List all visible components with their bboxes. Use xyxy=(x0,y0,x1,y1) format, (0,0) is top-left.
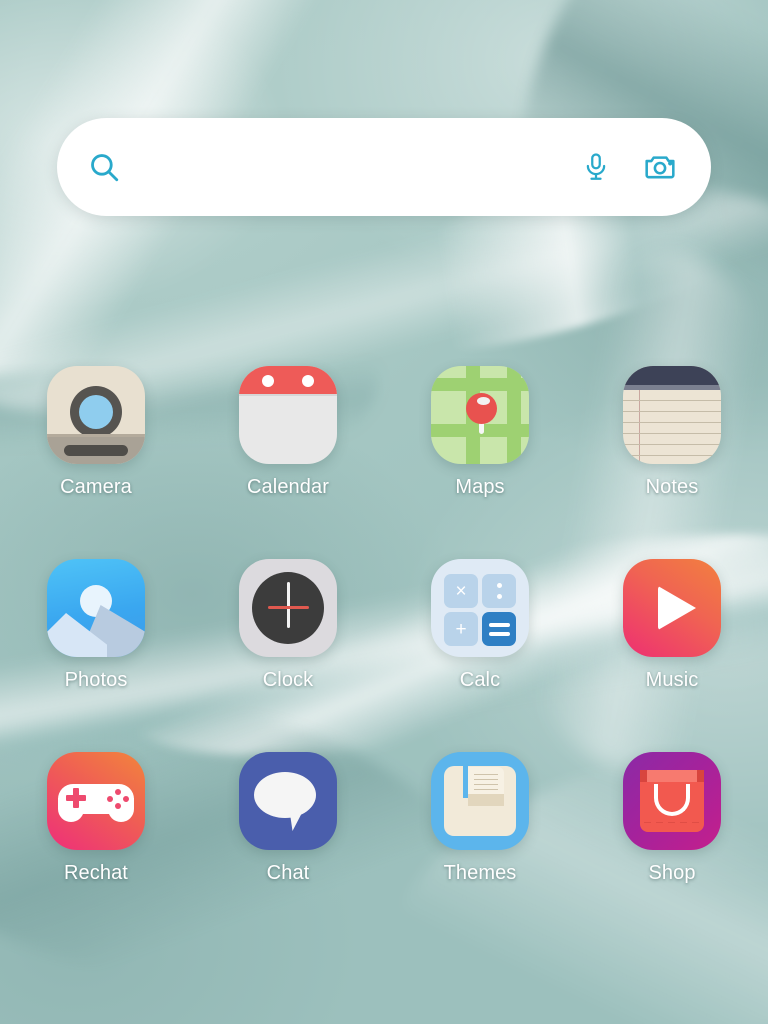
notes-rule-3 xyxy=(623,422,721,423)
app-label-camera: Camera xyxy=(60,476,132,498)
app-label-clock: Clock xyxy=(262,669,314,691)
themes-bookmark-bar xyxy=(463,766,468,798)
divide-icon xyxy=(496,580,502,602)
calendar-ring-right-icon xyxy=(302,375,314,387)
app-shop[interactable]: Shop xyxy=(576,752,768,885)
gamepad-button-right xyxy=(123,796,129,802)
app-chat[interactable]: Chat xyxy=(192,752,384,885)
camera-grip-bar xyxy=(64,445,128,456)
app-maps[interactable]: Maps xyxy=(384,366,576,499)
app-calendar[interactable]: Calendar xyxy=(192,366,384,499)
themes-doc-line-2 xyxy=(474,779,498,780)
themes-doc-line-3 xyxy=(474,784,498,785)
equals-icon xyxy=(488,622,510,636)
app-calc[interactable]: × + Calc xyxy=(384,559,576,692)
camera-app-icon[interactable] xyxy=(47,366,145,464)
rechat-app-icon[interactable] xyxy=(47,752,145,850)
calc-key-plus: + xyxy=(444,612,478,646)
notes-rule-5 xyxy=(623,444,721,445)
notes-rule-2 xyxy=(623,411,721,412)
chat-app-icon[interactable] xyxy=(239,752,337,850)
speech-bubble-icon xyxy=(254,772,316,818)
themes-doc-line-1 xyxy=(474,774,498,775)
shop-bag-corner-left xyxy=(640,770,647,782)
clock-app-icon[interactable] xyxy=(239,559,337,657)
clock-hour-hand xyxy=(268,606,309,609)
notes-app-icon[interactable] xyxy=(623,366,721,464)
app-label-calc: Calc xyxy=(459,669,501,691)
notes-rule-1 xyxy=(623,400,721,401)
app-label-maps: Maps xyxy=(455,476,505,498)
app-photos[interactable]: Photos xyxy=(0,559,192,692)
maps-pin-highlight xyxy=(477,397,490,405)
clock-minute-hand xyxy=(287,582,290,628)
calendar-header-band xyxy=(239,366,337,394)
app-label-notes: Notes xyxy=(645,476,699,498)
camera-icon[interactable] xyxy=(643,150,677,184)
app-label-calendar: Calendar xyxy=(247,476,329,498)
gamepad-icon xyxy=(58,784,134,822)
app-music[interactable]: Music xyxy=(576,559,768,692)
calc-app-icon[interactable]: × + xyxy=(431,559,529,657)
music-app-icon[interactable] xyxy=(623,559,721,657)
camera-lens-icon xyxy=(79,395,113,429)
calendar-ring-left-icon xyxy=(262,375,274,387)
notes-header-band xyxy=(623,366,721,385)
app-label-music: Music xyxy=(645,669,699,691)
gamepad-button-left xyxy=(107,796,113,802)
notes-subheader-band xyxy=(623,385,721,390)
microphone-icon[interactable] xyxy=(581,152,611,182)
calc-key-equals xyxy=(482,612,516,646)
app-label-themes: Themes xyxy=(443,862,517,884)
maps-road-v2 xyxy=(507,366,521,464)
app-camera[interactable]: Camera xyxy=(0,366,192,499)
app-rechat[interactable]: Rechat xyxy=(0,752,192,885)
themes-doc-line-4 xyxy=(474,789,498,790)
app-grid: Camera Calendar Maps Notes Photos Clock … xyxy=(0,366,768,885)
app-notes[interactable]: Notes xyxy=(576,366,768,499)
notes-margin-line xyxy=(639,390,640,464)
app-label-photos: Photos xyxy=(64,669,128,691)
app-themes[interactable]: Themes xyxy=(384,752,576,885)
shop-bag-corner-right xyxy=(697,770,704,782)
shop-bag-flap xyxy=(640,770,704,782)
calendar-divider xyxy=(239,394,337,396)
gamepad-button-bottom xyxy=(115,803,121,809)
photos-app-icon[interactable] xyxy=(47,559,145,657)
gamepad-dpad-vertical xyxy=(73,788,79,808)
home-screen: Camera Calendar Maps Notes Photos Clock … xyxy=(0,0,768,1024)
maps-app-icon[interactable] xyxy=(431,366,529,464)
app-label-chat: Chat xyxy=(266,862,310,884)
themes-app-icon[interactable] xyxy=(431,752,529,850)
app-label-shop: Shop xyxy=(648,862,696,884)
calendar-app-icon[interactable] xyxy=(239,366,337,464)
shop-bag-stitching xyxy=(644,822,700,823)
search-bar[interactable] xyxy=(57,118,711,216)
play-icon xyxy=(658,586,696,630)
search-icon[interactable] xyxy=(87,150,121,184)
search-input[interactable] xyxy=(121,153,581,181)
gamepad-button-top xyxy=(115,789,121,795)
shop-app-icon[interactable] xyxy=(623,752,721,850)
themes-fold xyxy=(468,794,504,806)
app-clock[interactable]: Clock xyxy=(192,559,384,692)
notes-rule-6 xyxy=(623,455,721,456)
calc-key-divide xyxy=(482,574,516,608)
calc-key-multiply: × xyxy=(444,574,478,608)
notes-rule-4 xyxy=(623,433,721,434)
app-label-rechat: Rechat xyxy=(64,862,128,884)
